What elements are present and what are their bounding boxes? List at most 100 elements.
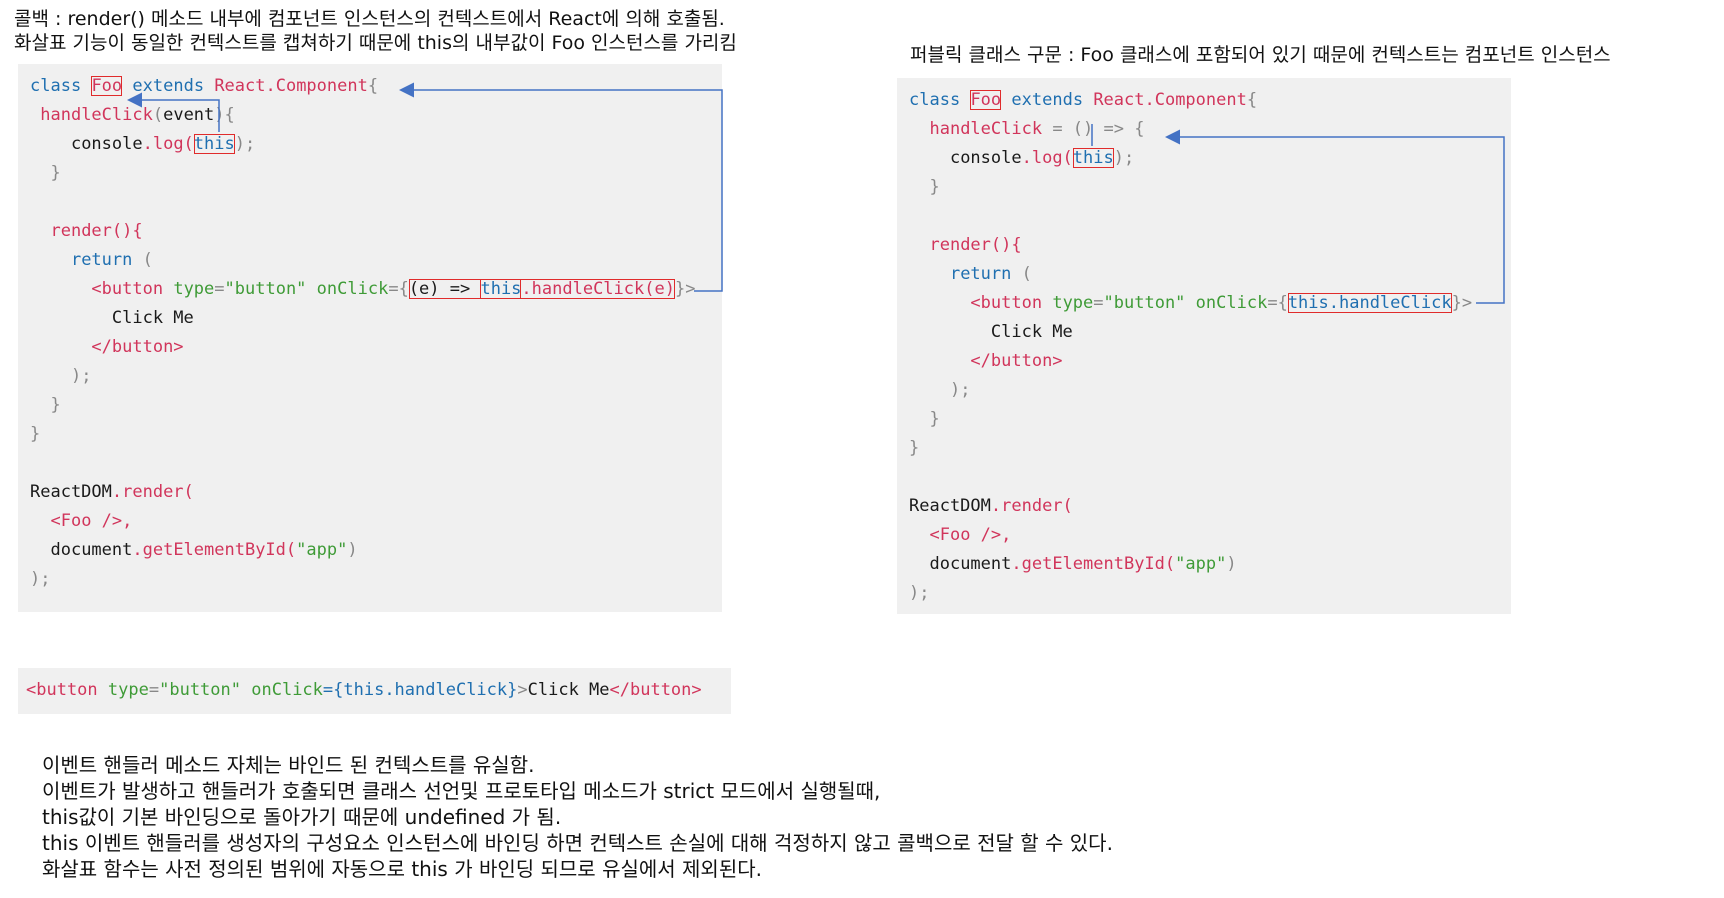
code-line: } [909,434,1511,463]
code-line: handleClick(event){ [40,105,235,125]
button-text: Click Me [990,322,1073,342]
code-line: return ( [909,260,1511,289]
brace: } [909,438,920,458]
code-line: document.getElementById("app") [909,550,1511,579]
code-line: } [30,159,722,188]
operator: = [1042,119,1073,139]
brace: } [929,409,940,429]
console: console [949,148,1022,168]
paren: ){ [214,105,235,125]
document: document [929,554,1012,574]
console: console [70,134,143,154]
arrow-handler-box: (e) => this.handleClick(e) [408,279,675,299]
return-keyword: return [949,264,1012,284]
code-line: class Foo extends React.Component{ [909,86,1511,115]
class-name-foo: Foo [970,90,1002,110]
class-name-foo: Foo [91,76,123,96]
code-line: return ( [30,246,722,275]
jsx-attr: onClick [316,279,389,299]
code-line: <Foo />, [909,521,1511,550]
paren: () [1072,119,1094,139]
paren: ( [142,250,153,270]
reactdom: ReactDOM [30,482,112,502]
left-caption-line2: 화살표 기능이 동일한 컨텍스트를 캡쳐하기 때문에 this의 내부값이 Fo… [14,32,737,54]
brace: }> [1451,293,1473,313]
brace: }> [674,279,696,299]
note-line: 이벤트 핸들러 메소드 자체는 바인드 된 컨텍스트를 유실함. [42,753,535,777]
code-line: ); [909,579,1511,608]
jsx-tag: <button [91,279,164,299]
code-line: ReactDOM.render( [909,492,1511,521]
brace: } [929,177,940,197]
note-line: 이벤트가 발생하고 핸들러가 호출되면 클래스 선언및 프로토타입 메소드가 s… [42,779,881,803]
code-line: Click Me [30,304,722,333]
brace: } [30,424,41,444]
code-line: } [909,405,1511,434]
jsx-tag: </button> [970,351,1063,371]
jsx-tag: </button> [609,680,702,700]
button-snippet: <button type="button" onClick={this.hand… [18,668,731,714]
arrow-operator: => { [1093,119,1145,139]
code-line: } [30,420,722,449]
jsx-string: "button" [1103,293,1186,313]
jsx-string: "button" [224,279,307,299]
brace: ={ [1267,293,1288,313]
code-line: document.getElementById("app") [30,536,722,565]
code-line: } [909,173,1511,202]
extends-keyword: extends [1011,90,1084,110]
paren: ); [30,569,51,589]
code-line: <button type="button" onClick={this.hand… [26,680,702,700]
jsx-attr: type [1052,293,1094,313]
brace: { [1246,90,1258,110]
string: "app" [296,540,348,560]
class-keyword: class [30,76,82,96]
code-line: Click Me [909,318,1511,347]
document: document [50,540,133,560]
log-call: .log( [1021,148,1073,168]
code-line: console.log(this); [30,130,722,159]
onclick-value: ={this.handleClick} [322,680,518,700]
brace: { [367,76,379,96]
note-line: this 이벤트 핸들러를 생성자의 구성요소 인스턴스에 바인딩 하면 컨텍스… [42,831,1113,855]
left-code-block: class Foo extends React.Component{ handl… [18,64,722,612]
paren: ( [1021,264,1032,284]
code-line: <Foo />, [30,507,722,536]
render-call: .render( [111,482,194,502]
code-line: render(){ [30,217,722,246]
arrow-expr: (e) => [408,279,481,299]
code-line: ); [909,376,1511,405]
jsx-attr: type [107,680,149,700]
get-element-call: .getElementById( [1011,554,1176,574]
code-line: <button type="button" onClick={(e) => th… [91,279,696,299]
this-handler-box: this.handleClick [1287,293,1452,313]
right-code-block: class Foo extends React.Component{ handl… [897,78,1511,614]
brace: ={ [388,279,409,299]
code-line: ); [30,565,722,594]
paren: ); [909,583,930,603]
jsx-tag: <Foo />, [50,511,133,531]
explanation-notes: 이벤트 핸들러 메소드 자체는 바인드 된 컨텍스트를 유실함. 이벤트가 발생… [42,752,1113,882]
jsx-tag: > [517,680,528,700]
this-keyword: this [1072,148,1114,168]
class-keyword: class [909,90,961,110]
method-name: handleClick [40,105,153,125]
brace: } [50,163,61,183]
render-call: .render( [990,496,1073,516]
note-line: this값이 기본 바인딩으로 돌아가기 때문에 undefined 가 됨. [42,805,562,829]
code-line: console.log(this); [909,144,1511,173]
base-class: React.Component [214,76,368,96]
paren: ); [70,366,92,386]
note-line: 화살표 함수는 사전 정의된 범위에 자동으로 this 가 바인딩 되므로 유… [42,857,762,881]
jsx-attr: onClick [251,680,323,700]
jsx-string: "button" [159,680,241,700]
return-keyword: return [70,250,133,270]
jsx-tag: <button [26,680,98,700]
right-caption: 퍼블릭 클래스 구문 : Foo 클래스에 포함되어 있기 때문에 컨텍스트는 … [910,44,1611,66]
button-text: Click Me [111,308,194,328]
left-caption-line1: 콜백 : render() 메소드 내부에 컴포넌트 인스턴스의 컨텍스트에서 … [14,8,725,30]
paren: ); [949,380,971,400]
